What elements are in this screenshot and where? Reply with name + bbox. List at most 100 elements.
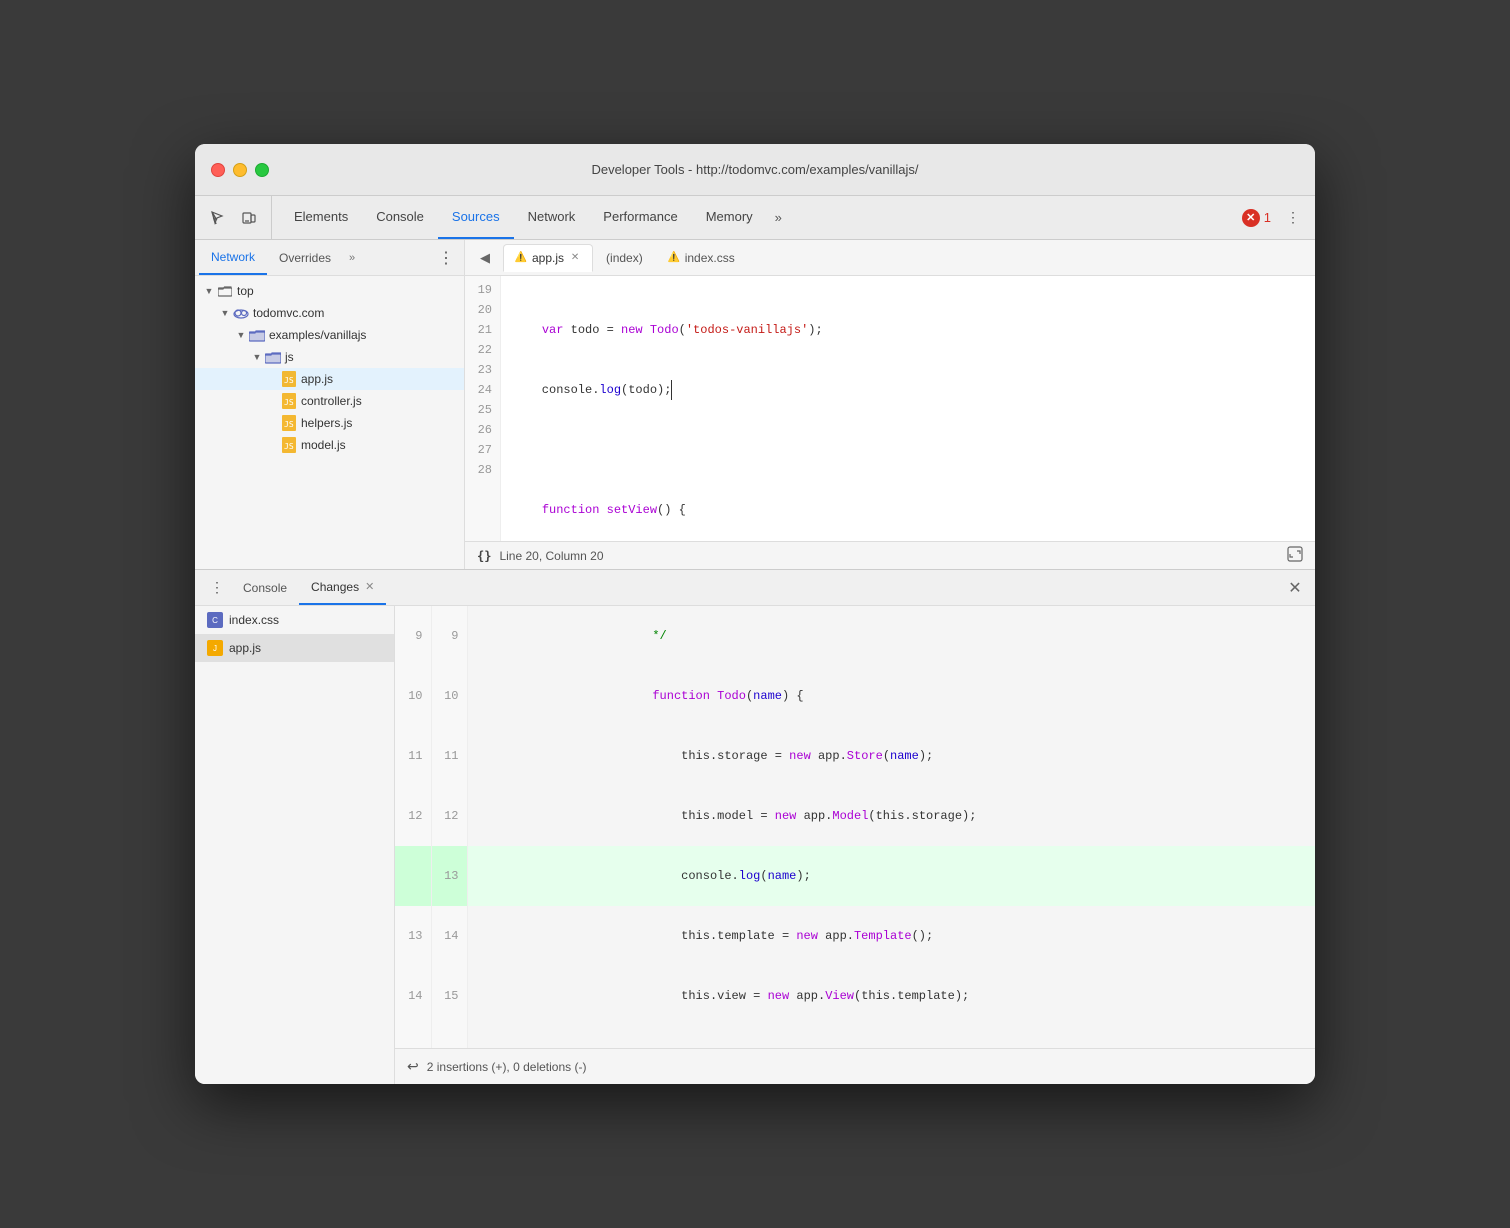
close-bottom-panel-button[interactable]: ✕ (1283, 576, 1307, 600)
diff-row-11: 11 11 this.storage = new app.Store(name)… (395, 726, 1315, 786)
error-circle: ✕ (1242, 209, 1260, 227)
svg-text:JS: JS (284, 442, 294, 451)
folder-icon-top (217, 283, 233, 299)
more-menu-icon[interactable]: ⋮ (1279, 204, 1307, 232)
toolbar-icon-group (203, 196, 272, 239)
tree-item-controllerjs[interactable]: ▶ JS controller.js (195, 390, 464, 412)
diff-row-15-16: 15 16 this.controller = new app.Controll… (395, 1026, 1315, 1048)
main-toolbar: Elements Console Sources Network Perform… (195, 196, 1315, 240)
diff-code[interactable]: 9 9 */ 10 10 (395, 606, 1315, 1048)
tree-arrow-examples: ▼ (235, 329, 247, 341)
changes-file-label-appjs: app.js (229, 641, 261, 655)
tree-item-modeljs[interactable]: ▶ JS model.js (195, 434, 464, 456)
diff-row-12: 12 12 this.model = new app.Model(this.st… (395, 786, 1315, 846)
file-icon-js-yellow: J (207, 640, 223, 656)
file-icon-helpersjs: JS (281, 415, 297, 431)
tree-label-examples: examples/vanillajs (269, 328, 366, 342)
diff-row-13-14: 13 14 this.template = new app.Template()… (395, 906, 1315, 966)
tree-item-todomvc[interactable]: ▼ todomvc.com (195, 302, 464, 324)
diff-table: 9 9 */ 10 10 (395, 606, 1315, 1048)
close-changes-tab[interactable]: ✕ (365, 580, 374, 593)
tab-memory[interactable]: Memory (692, 196, 767, 239)
inspect-icon[interactable] (203, 204, 231, 232)
file-tab-appjs[interactable]: ⚠️ app.js ✕ (503, 244, 593, 272)
tab-console[interactable]: Console (362, 196, 438, 239)
tab-network[interactable]: Network (514, 196, 590, 239)
top-panel: Network Overrides » ⋮ ▼ top (195, 240, 1315, 570)
line-numbers: 19 20 21 22 23 24 25 26 27 28 (465, 276, 501, 541)
tree-arrow-top: ▼ (203, 285, 215, 297)
file-tabs: ◀ ⚠️ app.js ✕ (index) ⚠️ index.css (465, 240, 1315, 276)
file-tab-indexcss[interactable]: ⚠️ index.css (656, 244, 746, 272)
cursor-position: Line 20, Column 20 (499, 549, 603, 563)
window-title: Developer Tools - http://todomvc.com/exa… (591, 162, 918, 177)
tab-performance[interactable]: Performance (589, 196, 691, 239)
device-icon[interactable] (235, 204, 263, 232)
svg-text:JS: JS (284, 420, 294, 429)
folder-icon-js (265, 349, 281, 365)
sidebar-tab-more[interactable]: » (343, 252, 361, 264)
code-line-19: var todo = new Todo('todos-vanillajs'); (513, 320, 1303, 340)
file-tree: ▼ top ▼ todomvc.com (195, 276, 464, 569)
sidebar-menu-button[interactable]: ⋮ (432, 244, 460, 272)
minimize-button[interactable] (233, 163, 247, 177)
file-icon-appjs: JS (281, 371, 297, 387)
toolbar-right: ✕ 1 ⋮ (1242, 196, 1307, 239)
close-tab-appjs[interactable]: ✕ (568, 251, 582, 265)
tree-item-top[interactable]: ▼ top (195, 280, 464, 302)
diff-summary: 2 insertions (+), 0 deletions (-) (427, 1060, 587, 1074)
file-icon-modeljs: JS (281, 437, 297, 453)
code-line-22: function setView() { (513, 500, 1303, 520)
content-area: Network Overrides » ⋮ ▼ top (195, 240, 1315, 1084)
changes-content: C index.css J app.js (195, 606, 1315, 1084)
maximize-button[interactable] (255, 163, 269, 177)
traffic-lights (211, 163, 269, 177)
file-tab-index[interactable]: (index) (595, 244, 654, 272)
file-tab-label-appjs: app.js (532, 251, 564, 265)
changes-file-indexcss[interactable]: C index.css (195, 606, 394, 634)
cloud-icon (233, 305, 249, 321)
code-editor[interactable]: 19 20 21 22 23 24 25 26 27 28 var todo (465, 276, 1315, 541)
code-area: ◀ ⚠️ app.js ✕ (index) ⚠️ index.css (465, 240, 1315, 569)
diff-row-9: 9 9 */ (395, 606, 1315, 666)
tree-arrow-todomvc: ▼ (219, 307, 231, 319)
code-line-20: console.log(todo);​ (513, 380, 1303, 400)
diff-left-num-9: 9 (395, 606, 431, 666)
status-right (1287, 546, 1303, 565)
close-button[interactable] (211, 163, 225, 177)
diff-row-10: 10 10 function Todo(name) { (395, 666, 1315, 726)
diff-row-14-15: 14 15 this.view = new app.View(this.temp… (395, 966, 1315, 1026)
nav-left-button[interactable]: ◀ (473, 246, 497, 270)
sidebar-tab-overrides[interactable]: Overrides (267, 240, 343, 275)
sidebar-tab-network[interactable]: Network (199, 240, 267, 275)
bottom-tab-console[interactable]: Console (231, 570, 299, 605)
status-bar: {} Line 20, Column 20 (465, 541, 1315, 569)
file-tab-label-index: (index) (606, 251, 643, 265)
code-content[interactable]: var todo = new Todo('todos-vanillajs'); … (501, 276, 1315, 541)
changes-file-list: C index.css J app.js (195, 606, 395, 1084)
error-badge[interactable]: ✕ 1 (1242, 209, 1271, 227)
changes-file-label-indexcss: index.css (229, 613, 279, 627)
file-tab-label-indexcss: index.css (685, 251, 735, 265)
file-icon-controllerjs: JS (281, 393, 297, 409)
changes-file-appjs[interactable]: J app.js (195, 634, 394, 662)
format-icon[interactable]: {} (477, 549, 491, 563)
file-icon-css: C (207, 612, 223, 628)
tree-item-appjs[interactable]: ▶ JS app.js (195, 368, 464, 390)
tab-more[interactable]: » (767, 196, 790, 239)
expand-icon[interactable] (1287, 546, 1303, 562)
left-sidebar: Network Overrides » ⋮ ▼ top (195, 240, 465, 569)
bottom-menu-icon[interactable]: ⋮ (203, 574, 231, 602)
bottom-tab-changes[interactable]: Changes ✕ (299, 570, 386, 605)
tab-sources[interactable]: Sources (438, 196, 514, 239)
tree-item-js[interactable]: ▼ js (195, 346, 464, 368)
tree-item-examples[interactable]: ▼ examples/vanillajs (195, 324, 464, 346)
warning-icon-appjs: ⚠️ (514, 251, 528, 265)
devtools-window: Developer Tools - http://todomvc.com/exa… (195, 144, 1315, 1084)
bottom-panel: ⋮ Console Changes ✕ ✕ C index.css (195, 570, 1315, 1084)
tab-elements[interactable]: Elements (280, 196, 362, 239)
tree-item-helpersjs[interactable]: ▶ JS helpers.js (195, 412, 464, 434)
svg-text:JS: JS (284, 398, 294, 407)
diff-row-added-13: 13 console.log(name); (395, 846, 1315, 906)
undo-icon[interactable]: ↩ (407, 1058, 419, 1075)
